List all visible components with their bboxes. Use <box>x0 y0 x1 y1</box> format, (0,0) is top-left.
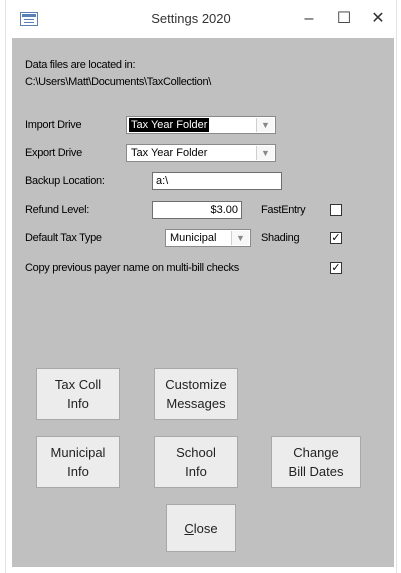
form-icon[interactable] <box>20 12 38 26</box>
customize-messages-button[interactable]: Customize Messages <box>154 368 238 420</box>
export-drive-combo[interactable]: Tax Year Folder ▼ <box>126 144 276 162</box>
shading-checkbox[interactable]: ✓ <box>330 232 342 244</box>
import-drive-label: Import Drive <box>25 119 82 131</box>
settings-form: Data files are located in: C:\Users\Matt… <box>12 38 394 567</box>
data-location-path: C:\Users\Matt\Documents\TaxCollection\ <box>25 76 212 88</box>
default-tax-type-label: Default Tax Type <box>25 232 102 244</box>
fast-entry-label: FastEntry <box>261 204 306 216</box>
data-location-label: Data files are located in: <box>25 59 136 71</box>
close-button-label: lose <box>193 520 218 536</box>
backup-location-input[interactable]: a:\ <box>152 172 282 190</box>
close-button-accelerator: C <box>184 520 194 536</box>
backup-location-label: Backup Location: <box>25 175 105 187</box>
chevron-down-icon[interactable]: ▼ <box>256 146 274 160</box>
maximize-button[interactable]: ☐ <box>331 7 357 31</box>
shading-label: Shading <box>261 232 300 244</box>
school-info-button[interactable]: School Info <box>154 436 238 488</box>
settings-window: Settings 2020 – ☐ ✕ Data files are locat… <box>5 0 397 573</box>
change-bill-dates-button[interactable]: Change Bill Dates <box>271 436 361 488</box>
default-tax-type-combo[interactable]: Municipal ▼ <box>165 229 251 247</box>
copy-payer-label: Copy previous payer name on multi-bill c… <box>25 262 239 274</box>
chevron-down-icon[interactable]: ▼ <box>231 231 249 245</box>
export-drive-value: Tax Year Folder <box>131 147 208 159</box>
export-drive-label: Export Drive <box>25 147 82 159</box>
default-tax-type-value: Municipal <box>170 232 217 244</box>
tax-coll-info-button[interactable]: Tax Coll Info <box>36 368 120 420</box>
fast-entry-checkbox[interactable] <box>330 204 342 216</box>
close-button[interactable]: Close <box>166 504 236 552</box>
chevron-down-icon[interactable]: ▼ <box>256 118 274 132</box>
refund-level-input[interactable]: $3.00 <box>152 201 242 219</box>
municipal-info-button[interactable]: Municipal Info <box>36 436 120 488</box>
import-drive-combo[interactable]: Tax Year Folder ▼ <box>126 116 276 134</box>
minimize-button[interactable]: – <box>296 7 322 31</box>
window-title: Settings 2020 <box>151 11 231 26</box>
close-window-button[interactable]: ✕ <box>365 7 391 31</box>
copy-payer-checkbox[interactable]: ✓ <box>330 262 342 274</box>
refund-level-label: Refund Level: <box>25 204 89 216</box>
import-drive-value: Tax Year Folder <box>129 118 210 132</box>
title-bar[interactable]: Settings 2020 – ☐ ✕ <box>6 0 396 38</box>
